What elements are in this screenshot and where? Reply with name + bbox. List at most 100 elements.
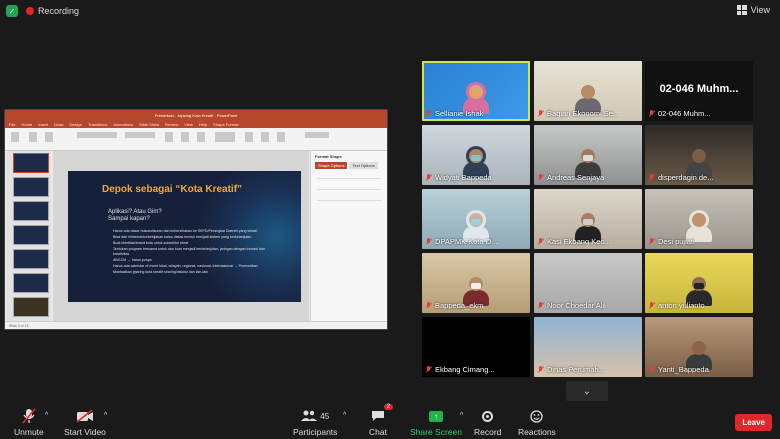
- audio-options-caret-icon[interactable]: ^: [45, 412, 48, 419]
- current-slide[interactable]: Depok sebagai “Kota Kreatif” Aplikasi? A…: [68, 171, 301, 302]
- mic-muted-icon: [425, 174, 432, 181]
- ppt-tab[interactable]: View: [184, 122, 193, 127]
- participant-label: anton yulianto: [648, 301, 705, 310]
- participant-tile[interactable]: Sellianie Ishak: [422, 61, 530, 121]
- participant-tile[interactable]: Ekbang Cimang...: [422, 317, 530, 377]
- slide-thumbnail[interactable]: [13, 249, 49, 269]
- mic-muted-icon: [648, 110, 655, 117]
- participant-label: Noor Choedar Ali: [537, 301, 604, 310]
- chat-label: Chat: [369, 427, 387, 437]
- mic-muted-icon: [425, 238, 432, 245]
- mic-muted-icon: [537, 302, 544, 309]
- slide-thumbnail[interactable]: [13, 153, 49, 173]
- record-dot-icon: [26, 7, 34, 15]
- tab-shape-options[interactable]: Shape Options: [315, 162, 348, 169]
- participant-tile[interactable]: Dinas Perumah...: [534, 317, 642, 377]
- participant-tile[interactable]: Kasi Ekbang Kec...: [534, 189, 642, 249]
- slide-bullet: Buat identitas/brand kota untuk subsekto…: [113, 241, 189, 245]
- slide-question-1: Aplikasi? Atau Gim?: [108, 209, 162, 215]
- ppt-tab[interactable]: Help: [199, 122, 207, 127]
- participant-tile[interactable]: DPAPMK Kota D...: [422, 189, 530, 249]
- meeting-toolbar: Unmute ^ Start Video ^ 45 Participants ^…: [0, 404, 780, 439]
- participants-button[interactable]: 45 Participants: [293, 408, 337, 437]
- slide-bullets: Harus ada dasar hukum/aturan dan kebersi…: [113, 229, 273, 276]
- slide-bullet: Manfaatkan jejaring kota kreatif sharing…: [113, 270, 209, 274]
- participant-tile[interactable]: Yanti_Bappeda: [645, 317, 753, 377]
- participant-label: Bagian Ekonomi Se...: [537, 109, 619, 118]
- slide-thumbnails: [5, 151, 51, 323]
- participant-tile[interactable]: Desi pujiati: [645, 189, 753, 249]
- ppt-ribbon: [5, 128, 387, 151]
- ppt-status-bar: Slide 3 of 13: [5, 321, 387, 329]
- chat-badge: 2: [383, 404, 393, 410]
- start-video-button[interactable]: Start Video: [64, 408, 106, 437]
- participant-label: disperdagin de...: [648, 173, 713, 182]
- record-button[interactable]: Record: [474, 408, 501, 437]
- participants-caret-icon[interactable]: ^: [343, 412, 346, 419]
- shared-screen: Presentasi - Jejaring Kota Kreatif - Pow…: [4, 109, 388, 330]
- participant-name: 02-046 Muhm...: [658, 109, 711, 118]
- participant-label: Yanti_Bappeda: [648, 365, 709, 374]
- participant-label: Sellianie Ishak: [425, 109, 483, 118]
- participant-tile[interactable]: Bappeda_ekm: [422, 253, 530, 313]
- chat-button[interactable]: 2 Chat: [369, 404, 393, 437]
- mic-muted-icon: [537, 238, 544, 245]
- participant-name: Bappeda_ekm: [435, 301, 484, 310]
- record-icon: [482, 410, 494, 422]
- ppt-tab[interactable]: Animations: [113, 122, 133, 127]
- ppt-tab[interactable]: File: [9, 122, 15, 127]
- slide-thumbnail[interactable]: [13, 297, 49, 317]
- participant-tile[interactable]: Andreas Senjaya: [534, 125, 642, 185]
- view-button[interactable]: View: [736, 5, 770, 15]
- ppt-tab[interactable]: Home: [21, 122, 32, 127]
- participant-name: Sellianie Ishak: [435, 109, 484, 118]
- gallery-next-button[interactable]: ⌄: [566, 381, 608, 401]
- participant-tile[interactable]: Noor Choedar Ali: [534, 253, 642, 313]
- reactions-button[interactable]: Reactions: [518, 408, 556, 437]
- reactions-icon: [530, 408, 544, 424]
- panel-title: Format Shape: [315, 154, 342, 159]
- leave-button[interactable]: Leave: [735, 414, 772, 431]
- unmute-button[interactable]: Unmute: [14, 408, 44, 437]
- participant-tile[interactable]: disperdagin de...: [645, 125, 753, 185]
- mic-muted-icon: [537, 174, 544, 181]
- ppt-tab[interactable]: Shape Format: [213, 122, 238, 127]
- participant-tile[interactable]: anton yulianto: [645, 253, 753, 313]
- slide-thumbnail[interactable]: [13, 225, 49, 245]
- ppt-tab[interactable]: Insert: [38, 122, 48, 127]
- share-screen-button[interactable]: ↑ Share Screen: [410, 408, 462, 437]
- ppt-tab[interactable]: Transitions: [88, 122, 107, 127]
- participant-tile[interactable]: Widyati Bappeda: [422, 125, 530, 185]
- shield-icon[interactable]: ✓: [6, 5, 18, 17]
- chevron-down-icon: ⌄: [582, 385, 592, 397]
- participant-label: Dinas Perumah...: [537, 365, 605, 374]
- share-options-caret-icon[interactable]: ^: [460, 412, 463, 419]
- slide-thumbnail[interactable]: [13, 201, 49, 221]
- mic-muted-icon: [425, 302, 432, 309]
- mic-muted-icon: [425, 366, 432, 373]
- participant-tile[interactable]: 02-046 Muhm... 02-046 Muhm...: [645, 61, 753, 121]
- mic-muted-icon: [648, 238, 655, 245]
- ppt-tab[interactable]: Draw: [54, 122, 63, 127]
- ppt-ribbon-tabs: File Home Insert Draw Design Transitions Anima…: [5, 120, 387, 128]
- tab-text-options[interactable]: Text Options: [349, 162, 378, 169]
- start-video-label: Start Video: [64, 427, 106, 437]
- slide-thumbnail[interactable]: [13, 177, 49, 197]
- ppt-tab[interactable]: Review: [165, 122, 178, 127]
- mic-muted-icon: [537, 366, 544, 373]
- participant-tile[interactable]: Bagian Ekonomi Se...: [534, 61, 642, 121]
- video-options-caret-icon[interactable]: ^: [104, 412, 107, 419]
- mic-muted-icon: [648, 302, 655, 309]
- video-off-icon: [76, 408, 94, 424]
- participant-label: DPAPMK Kota D...: [425, 237, 497, 246]
- participant-name-display: 02-046 Muhm...: [659, 83, 739, 95]
- share-screen-icon: ↑: [428, 410, 443, 422]
- grid-icon: [736, 5, 747, 15]
- slide-bullet: ABGCM → harus punya: [113, 258, 152, 262]
- slide-thumbnail[interactable]: [13, 273, 49, 293]
- participant-name: Yanti_Bappeda: [658, 365, 709, 374]
- ppt-tab[interactable]: Slide Show: [139, 122, 159, 127]
- recording-indicator[interactable]: Recording: [26, 6, 79, 16]
- participant-name: Dinas Perumah...: [547, 365, 605, 374]
- ppt-tab[interactable]: Design: [69, 122, 81, 127]
